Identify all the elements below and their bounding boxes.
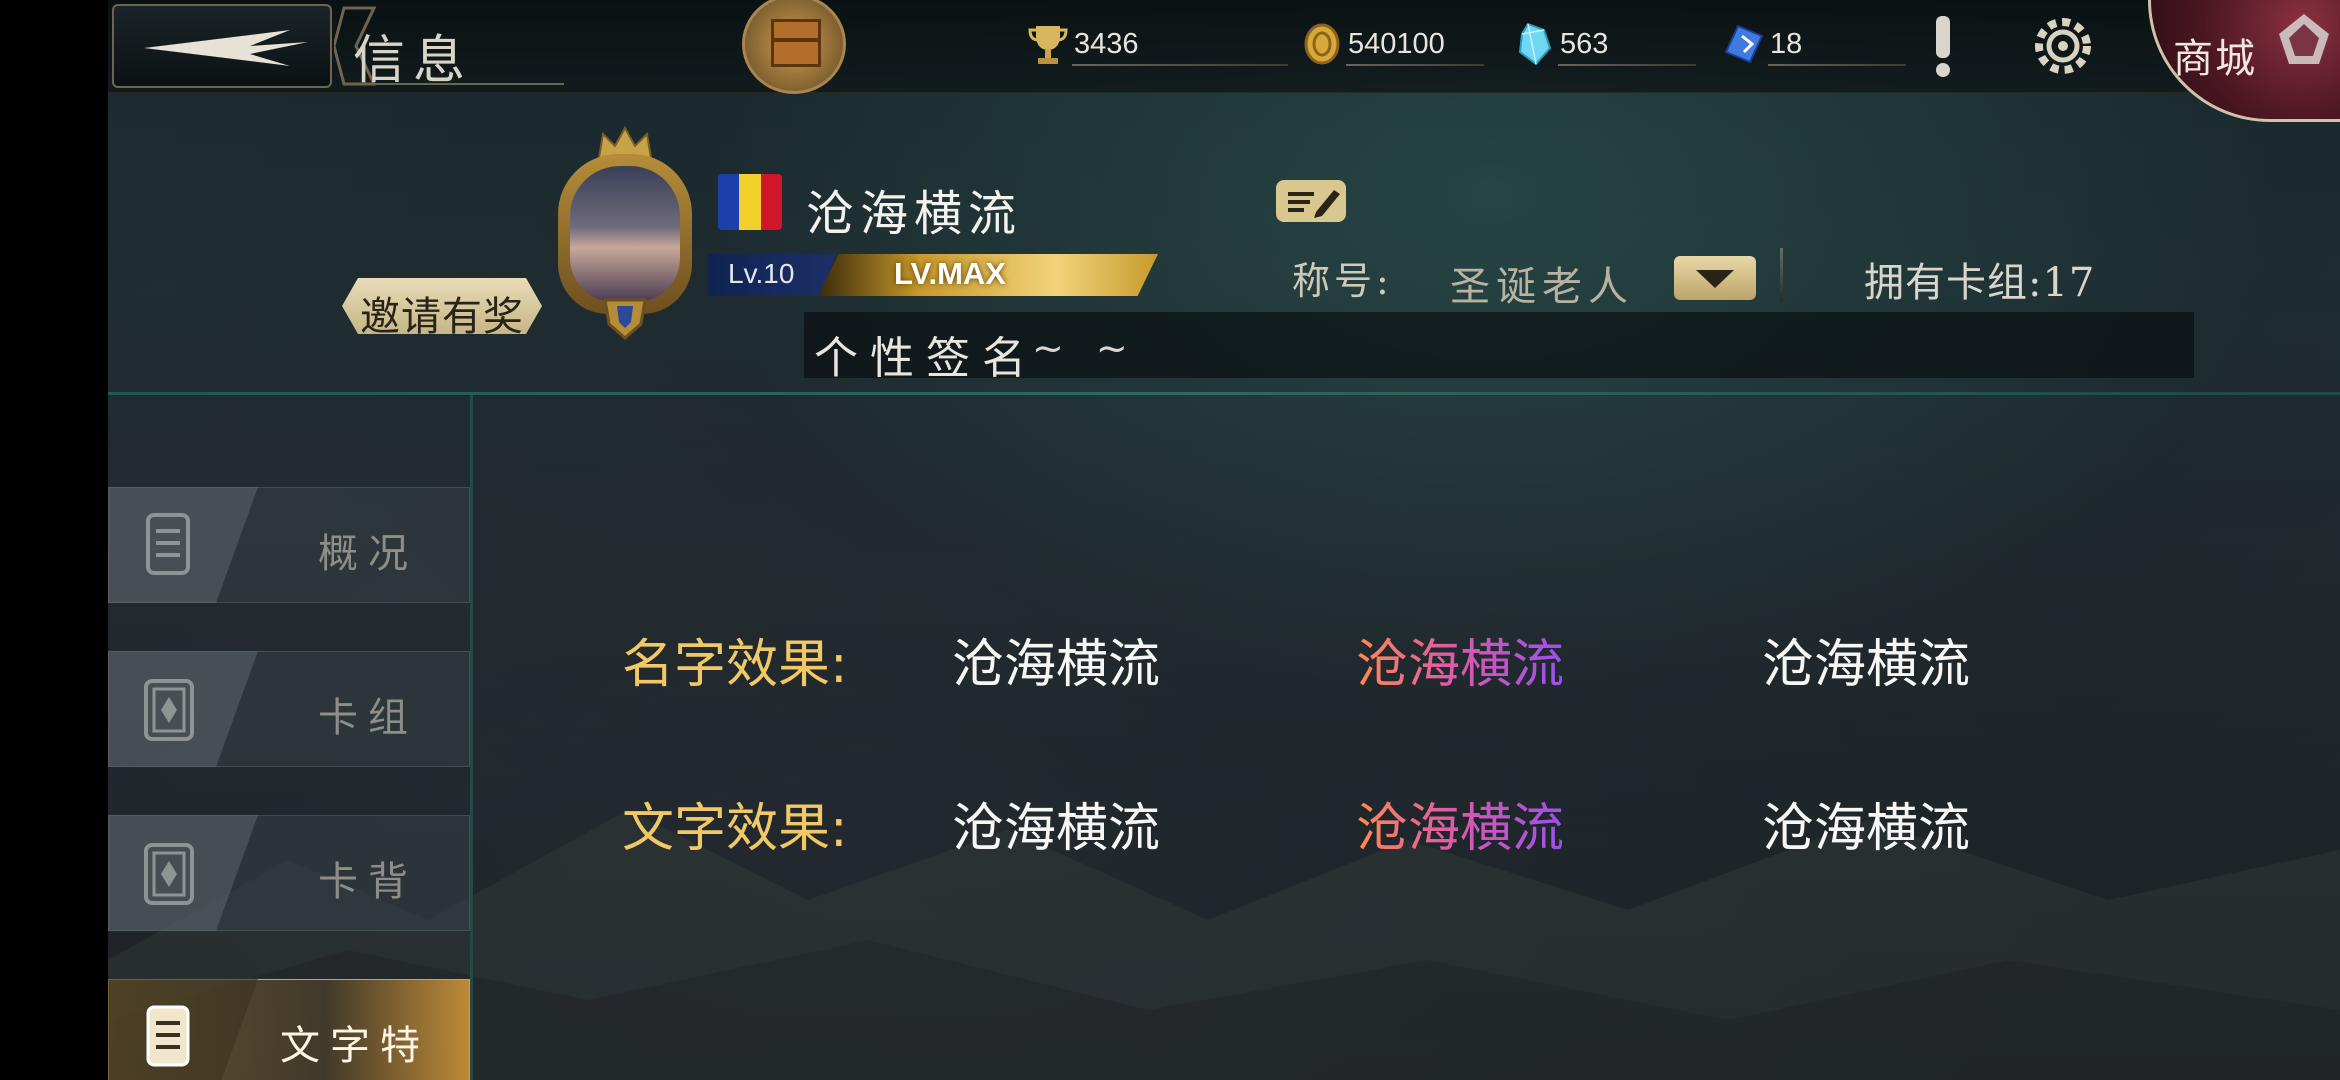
shop-button[interactable]: 商城 (2148, 0, 2340, 122)
text-effect-option-gradient[interactable]: 沧海横流 (1356, 786, 1564, 861)
shop-label: 商城 (2173, 36, 2257, 82)
edit-profile-button[interactable] (1276, 180, 1346, 222)
signature-value: ~ ~ (1032, 326, 1138, 370)
deck-count: 拥有卡组:17 (1864, 260, 2096, 306)
tab-card-back-label: 卡背 (318, 859, 418, 905)
ticket-icon (1724, 24, 1764, 64)
gold-value: 540100 (1348, 28, 1445, 60)
level-status: LV.MAX (894, 256, 1006, 291)
ticket-value: 18 (1770, 28, 1803, 60)
tab-card-back[interactable]: 卡背 (108, 815, 470, 931)
invite-rewards-button[interactable]: 邀请有奖 (342, 278, 542, 334)
gear-icon[interactable] (2022, 6, 2104, 86)
player-name: 沧海横流 (806, 186, 1023, 242)
name-effect-option-white-alt[interactable]: 沧海横流 (1762, 622, 1970, 697)
tab-deck-label: 卡组 (318, 695, 418, 741)
vertical-divider (1780, 248, 1783, 302)
trophy-icon (1028, 26, 1068, 64)
sidebar: 概况 卡组 卡背 文字特 (108, 395, 472, 1080)
card-icon (144, 679, 194, 741)
invite-rewards-label: 邀请有奖 (360, 294, 524, 340)
avatar-portrait (570, 166, 680, 302)
sidebar-border (470, 395, 473, 1080)
tab-deck[interactable]: 卡组 (108, 651, 470, 767)
tab-overview-label: 概况 (318, 531, 418, 577)
title-label: 称号: (1292, 259, 1393, 303)
crystal-value: 563 (1560, 28, 1609, 60)
title-dropdown-button[interactable] (1674, 256, 1756, 300)
title-value: 圣诞老人 (1450, 264, 1634, 310)
level-text: Lv.10 (728, 258, 795, 289)
chest-icon (771, 19, 821, 67)
name-effect-option-white[interactable]: 沧海横流 (952, 622, 1160, 697)
signature-field[interactable]: 个性签名 ~ ~ (804, 312, 2194, 384)
coin-icon (1304, 23, 1340, 65)
avatar[interactable] (550, 126, 700, 340)
game-screen: 信息 3436 540100 563 18 商城 邀请有奖 沧海横流 Lv.10… (108, 0, 2340, 1080)
treasure-chest-button[interactable] (742, 0, 846, 94)
alert-icon[interactable] (1908, 6, 1978, 86)
document-icon (146, 1005, 190, 1067)
trophy-value: 3436 (1074, 28, 1139, 60)
tab-overview[interactable]: 概况 (108, 487, 470, 603)
signature-label: 个性签名 (814, 333, 1038, 384)
top-bar: 信息 3436 540100 563 18 商城 (108, 0, 2340, 122)
text-effect-option-white[interactable]: 沧海横流 (952, 786, 1160, 861)
level-bar: Lv.10 LV.MAX (708, 254, 1178, 296)
name-effect-option-gradient[interactable]: 沧海横流 (1356, 622, 1564, 697)
tab-text-effects[interactable]: 文字特效 (108, 979, 470, 1080)
chevron-down-icon (1696, 270, 1734, 288)
card-back-icon (144, 843, 194, 905)
text-effect-option-white-alt[interactable]: 沧海横流 (1762, 786, 1970, 861)
shop-emblem-icon (2279, 14, 2329, 64)
back-arrow-icon (144, 30, 308, 66)
tab-text-effects-label: 文字特效 (280, 1023, 430, 1069)
back-button[interactable] (112, 4, 332, 88)
name-effect-label: 名字效果: (622, 635, 848, 695)
text-effect-label: 文字效果: (622, 799, 848, 859)
shield-emblem-icon (603, 298, 647, 340)
document-icon (146, 513, 190, 575)
country-flag-icon (718, 174, 782, 230)
crystal-icon (1518, 22, 1552, 66)
page-title: 信息 (353, 31, 474, 91)
edit-pencil-icon (1288, 190, 1340, 218)
